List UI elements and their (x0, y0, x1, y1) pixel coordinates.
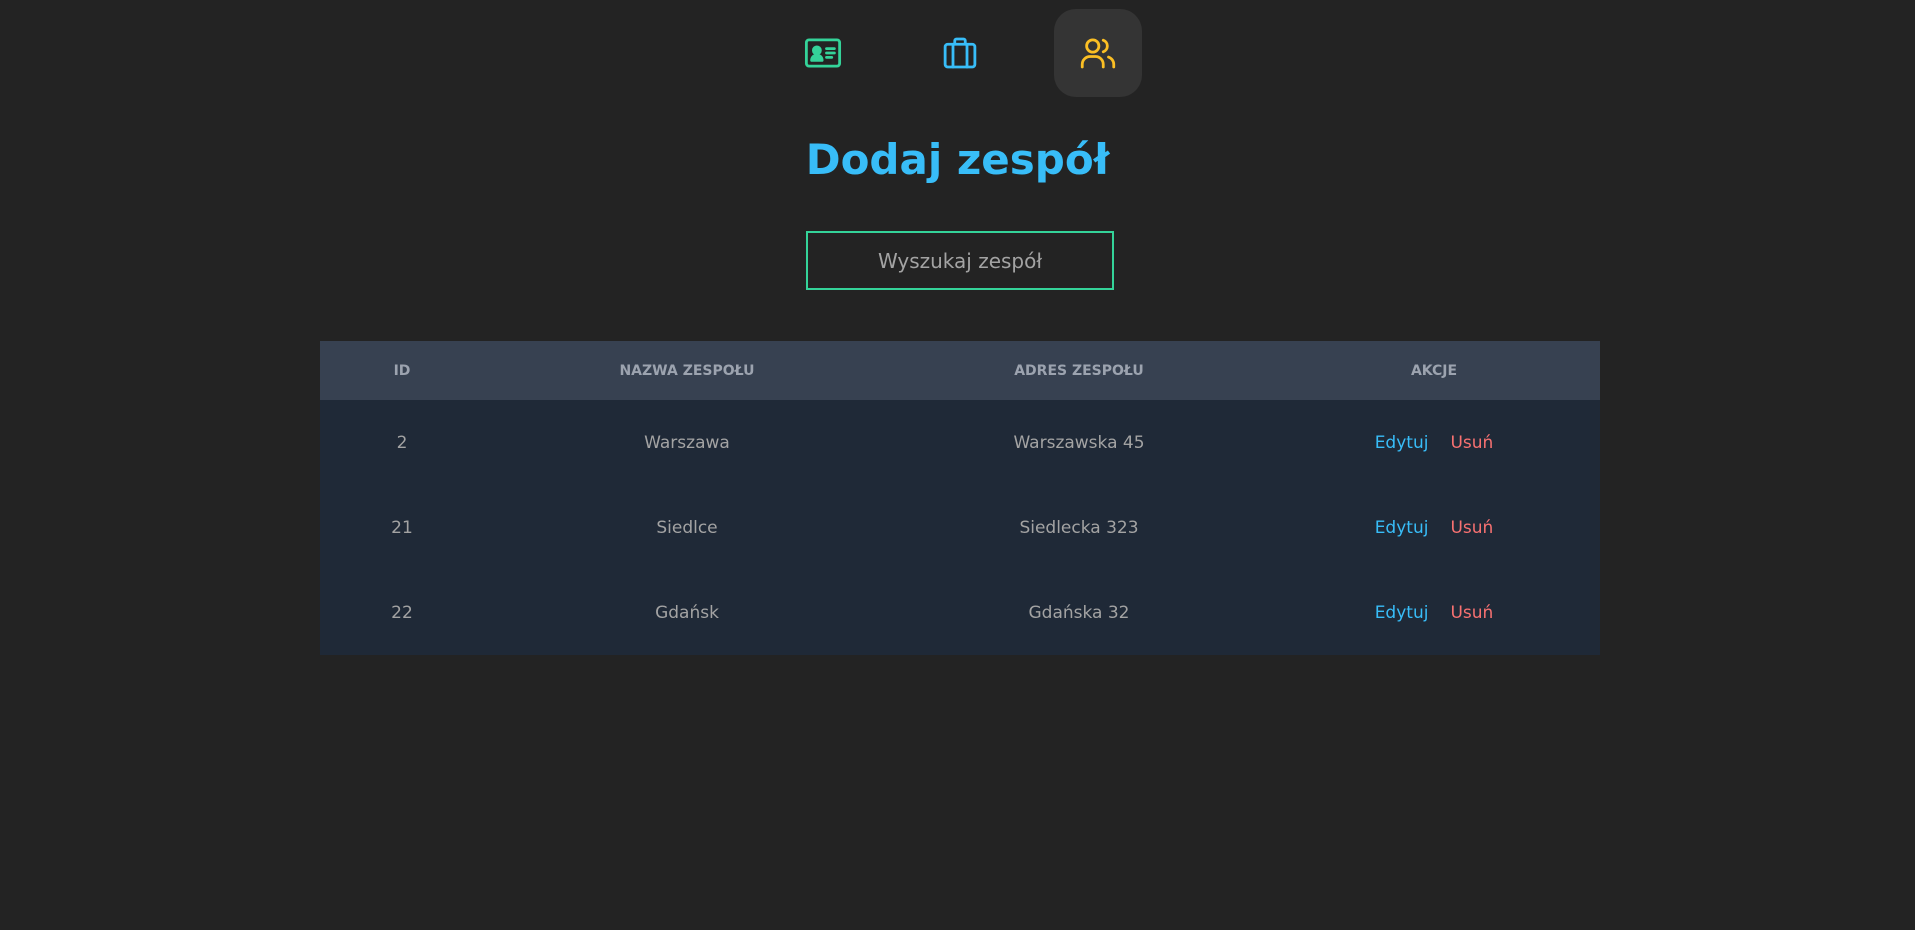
table-header-row: ID NAZWA ZESPOŁU ADRES ZESPOŁU AKCJE (320, 341, 1600, 400)
column-header-address: ADRES ZESPOŁU (1014, 362, 1144, 379)
cell-address: Siedlecka 323 (1019, 517, 1139, 538)
cell-actions: Edytuj Usuń (1268, 570, 1600, 655)
cell-name: Siedlce (656, 517, 718, 538)
cell-address: Warszawska 45 (1013, 432, 1145, 453)
table-row: 2 Warszawa Warszawska 45 Edytuj Usuń (320, 400, 1600, 485)
cell-actions: Edytuj Usuń (1268, 400, 1600, 485)
page: Dodaj zespół ID NAZWA ZESPOŁU ADRES ZESP… (0, 0, 1915, 930)
delete-link[interactable]: Usuń (1450, 433, 1493, 453)
cell-id: 22 (391, 602, 413, 623)
briefcase-icon (943, 37, 977, 69)
delete-link[interactable]: Usuń (1450, 518, 1493, 538)
table-body: 2 Warszawa Warszawska 45 Edytuj Usuń 21 S… (320, 400, 1600, 655)
cell-id: 21 (391, 517, 413, 538)
nav-employees-button[interactable] (779, 9, 867, 97)
search-input[interactable] (806, 231, 1114, 290)
teams-table: ID NAZWA ZESPOŁU ADRES ZESPOŁU AKCJE 2 W… (320, 341, 1600, 655)
delete-link[interactable]: Usuń (1450, 603, 1493, 623)
cell-address: Gdańska 32 (1028, 602, 1130, 623)
edit-link[interactable]: Edytuj (1375, 433, 1429, 453)
cell-name: Warszawa (644, 432, 730, 453)
edit-link[interactable]: Edytuj (1375, 603, 1429, 623)
table-header: ID NAZWA ZESPOŁU ADRES ZESPOŁU AKCJE (320, 341, 1600, 400)
cell-name: Gdańsk (655, 602, 719, 623)
column-header-id: ID (393, 362, 411, 379)
id-card-icon (804, 38, 842, 68)
table-row: 21 Siedlce Siedlecka 323 Edytuj Usuń (320, 485, 1600, 570)
table-row: 22 Gdańsk Gdańska 32 Edytuj Usuń (320, 570, 1600, 655)
cell-id: 2 (396, 432, 408, 453)
edit-link[interactable]: Edytuj (1375, 518, 1429, 538)
nav-projects-button[interactable] (916, 9, 1004, 97)
cell-actions: Edytuj Usuń (1268, 485, 1600, 570)
top-nav (0, 9, 1915, 97)
page-title: Dodaj zespół (805, 135, 1110, 184)
nav-teams-button[interactable] (1054, 9, 1142, 97)
column-header-actions: AKCJE (1410, 362, 1458, 379)
column-header-name: NAZWA ZESPOŁU (619, 362, 755, 379)
users-icon (1080, 38, 1116, 69)
